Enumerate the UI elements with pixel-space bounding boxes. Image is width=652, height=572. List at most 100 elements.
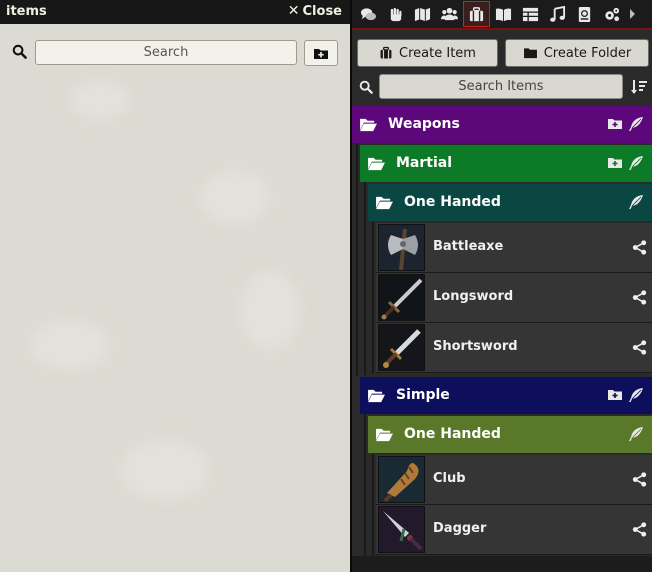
create-folder-button[interactable]: Create Folder xyxy=(505,39,649,67)
create-folder-label: Create Folder xyxy=(543,45,632,61)
search-input[interactable] xyxy=(35,40,297,65)
dagger-icon xyxy=(378,506,425,553)
paper-texture xyxy=(70,80,130,120)
create-entry-button[interactable] xyxy=(628,387,644,403)
create-subfolder-button[interactable] xyxy=(607,116,623,132)
item-name: Longsword xyxy=(433,289,514,304)
item-row-shortsword[interactable]: Shortsword xyxy=(376,323,652,373)
paper-texture xyxy=(30,320,110,370)
folder-plus-icon xyxy=(314,48,328,59)
tree-guide xyxy=(364,182,366,375)
folder-martial-one-handed[interactable]: One Handed xyxy=(368,184,652,221)
share-icon[interactable] xyxy=(632,240,647,255)
item-row-dagger[interactable]: Dagger xyxy=(376,505,652,555)
tab-scenes[interactable] xyxy=(409,1,436,27)
create-entry-button[interactable] xyxy=(628,194,644,210)
folder-open-icon xyxy=(376,196,393,210)
music-icon xyxy=(550,5,566,22)
folder-simple[interactable]: Simple xyxy=(360,377,652,414)
close-button[interactable]: ✕ Close xyxy=(288,4,342,19)
tab-compendium[interactable] xyxy=(571,1,598,27)
item-name: Battleaxe xyxy=(433,239,504,254)
tab-journal[interactable] xyxy=(490,1,517,27)
create-entry-button[interactable] xyxy=(628,426,644,442)
suitcase-icon xyxy=(380,46,392,59)
tree-guide xyxy=(372,454,374,556)
cogs-icon xyxy=(605,7,620,21)
sidebar: Create Item Create Folder Weapons xyxy=(352,0,652,572)
longsword-icon xyxy=(378,274,425,321)
tab-combat[interactable] xyxy=(382,1,409,27)
tree-guide xyxy=(356,143,358,376)
sidebar-footer xyxy=(352,556,652,572)
item-name: Shortsword xyxy=(433,339,518,354)
item-row-club[interactable]: Club xyxy=(376,455,652,505)
item-row-battleaxe[interactable]: Battleaxe xyxy=(376,223,652,273)
item-name: Club xyxy=(433,471,466,486)
create-item-label: Create Item xyxy=(399,45,476,61)
folder-name: Weapons xyxy=(388,116,460,132)
feather-icon xyxy=(629,195,643,209)
tab-chat[interactable] xyxy=(355,1,382,27)
folder-open-icon xyxy=(376,428,393,442)
folder-simple-one-handed[interactable]: One Handed xyxy=(368,416,652,453)
create-folder-button[interactable] xyxy=(304,40,338,66)
window-header: items ✕ Close xyxy=(0,0,350,24)
suitcase-icon xyxy=(469,6,484,21)
folder-plus-icon xyxy=(608,158,622,168)
share-icon[interactable] xyxy=(632,522,647,537)
folder-icon xyxy=(523,48,537,59)
create-entry-button[interactable] xyxy=(628,116,644,132)
create-subfolder-button[interactable] xyxy=(607,155,623,171)
folder-name: One Handed xyxy=(404,426,501,442)
share-icon[interactable] xyxy=(632,340,647,355)
tab-tables[interactable] xyxy=(517,1,544,27)
paper-texture xyxy=(240,270,300,350)
tree-guide xyxy=(364,414,366,556)
tab-playlists[interactable] xyxy=(544,1,571,27)
item-name: Dagger xyxy=(433,521,487,536)
caret-right-icon xyxy=(629,9,635,19)
feather-icon xyxy=(629,388,643,402)
folder-open-icon xyxy=(360,118,377,132)
search-items-input[interactable] xyxy=(379,74,623,99)
close-label: Close xyxy=(302,4,342,19)
folder-open-icon xyxy=(368,389,385,403)
folder-martial[interactable]: Martial xyxy=(360,145,652,182)
book-icon xyxy=(495,8,512,21)
map-icon xyxy=(414,7,431,21)
sort-icon[interactable] xyxy=(630,78,648,96)
feather-icon xyxy=(629,117,643,131)
items-directory: Weapons Martial One Handed Battleaxe Lon… xyxy=(352,106,652,572)
feather-icon xyxy=(629,156,643,170)
folder-weapons[interactable]: Weapons xyxy=(352,106,652,143)
paper-texture xyxy=(200,170,270,225)
directory-header-actions: Create Item Create Folder xyxy=(352,38,652,68)
item-row-longsword[interactable]: Longsword xyxy=(376,273,652,323)
folder-open-icon xyxy=(368,157,385,171)
folder-name: Martial xyxy=(396,155,453,171)
create-entry-button[interactable] xyxy=(628,155,644,171)
tree-guide xyxy=(372,222,374,374)
directory-search-row xyxy=(352,73,652,101)
shortsword-icon xyxy=(378,324,425,371)
sidebar-tabs xyxy=(352,0,652,30)
create-item-button[interactable]: Create Item xyxy=(357,39,498,67)
create-subfolder-button[interactable] xyxy=(607,387,623,403)
users-icon xyxy=(441,7,458,20)
paper-texture xyxy=(120,440,210,500)
tabs-expand-arrow[interactable] xyxy=(625,1,639,27)
fist-icon xyxy=(390,7,402,21)
share-icon[interactable] xyxy=(632,290,647,305)
share-icon[interactable] xyxy=(632,472,647,487)
window-title: items xyxy=(6,4,47,19)
folder-plus-icon xyxy=(608,119,622,129)
tab-settings[interactable] xyxy=(598,1,625,27)
table-icon xyxy=(522,7,539,21)
close-icon: ✕ xyxy=(287,3,300,19)
tab-actors[interactable] xyxy=(436,1,463,27)
folder-plus-icon xyxy=(608,390,622,400)
items-popout-window: items ✕ Close xyxy=(0,0,350,572)
chat-icon xyxy=(360,7,377,20)
tab-items[interactable] xyxy=(463,1,490,27)
